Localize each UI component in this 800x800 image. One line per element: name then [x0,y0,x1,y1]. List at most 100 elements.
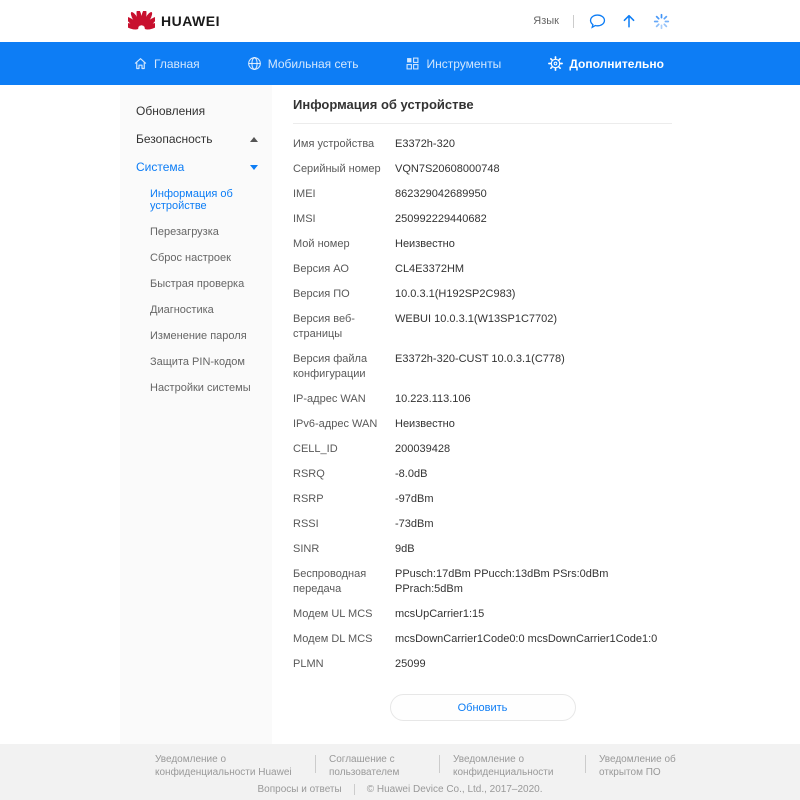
info-row-label: IMSI [293,212,395,227]
page-footer: Уведомление о конфиденциальности Huawei С… [0,744,800,800]
info-row-label: PLMN [293,657,395,672]
info-row: Версия веб-страницыWEBUI 10.0.3.1(W13SP1… [293,307,672,347]
copyright-text: © Huawei Device Co., Ltd., 2017–2020. [367,784,543,795]
sidebar-item-label: Перезагрузка [150,226,219,238]
main-navigation: Главная Мобильная сеть Инструменты Дополнит… [0,42,800,85]
sidebar-item-change-password[interactable]: Изменение пароля [120,323,272,349]
footer-link-user-agreement[interactable]: Соглашение с пользователем [329,753,429,779]
sidebar-item-label: Безопасность [136,132,213,146]
chat-icon[interactable] [588,12,606,30]
info-row-value: -97dBm [395,492,672,507]
sidebar-item-label: Система [136,160,184,174]
info-row-value: -8.0dB [395,467,672,482]
nav-item-label: Главная [154,57,200,71]
info-row: Версия АОCL4E3372HM [293,257,672,282]
footer-link-divider [439,755,440,773]
brand-text: HUAWEI [161,13,220,29]
title-divider [293,123,672,124]
info-row-label: Модем UL MCS [293,607,395,622]
info-row-value: 250992229440682 [395,212,672,227]
info-row-label: SINR [293,542,395,557]
info-row: Модем UL MCSmcsUpCarrier1:15 [293,602,672,627]
info-row: IPv6-адрес WANНеизвестно [293,412,672,437]
info-row-value: 10.0.3.1(H192SP2C983) [395,287,672,302]
info-row-value: mcsDownCarrier1Code0:0 mcsDownCarrier1Co… [395,632,672,647]
faq-link[interactable]: Вопросы и ответы [257,784,341,795]
nav-item-advanced[interactable]: Дополнительно [548,56,664,71]
info-row-value: Неизвестно [395,237,672,252]
sidebar-item-device-info[interactable]: Информация об устройстве [120,181,272,219]
device-info-panel: Информация об устройстве Имя устройстваE… [272,85,700,744]
info-row-value: Неизвестно [395,417,672,432]
sidebar-item-reboot[interactable]: Перезагрузка [120,219,272,245]
info-row-label: RSSI [293,517,395,532]
info-row-label: IP-адрес WAN [293,392,395,407]
huawei-logo: HUAWEI [128,11,220,32]
nav-item-tools[interactable]: Инструменты [405,56,501,71]
sidebar-item-label: Настройки системы [150,382,251,394]
nav-item-mobile-network[interactable]: Мобильная сеть [247,56,359,71]
info-row: IMEI862329042689950 [293,182,672,207]
info-row-value: 10.223.113.106 [395,392,672,407]
info-row-label: Версия файла конфигурации [293,352,395,382]
footer-link-divider [315,755,316,773]
nav-item-home[interactable]: Главная [133,56,200,71]
info-row-value: VQN7S20608000748 [395,162,672,177]
info-row: SINR9dB [293,537,672,562]
sidebar-item-label: Обновления [136,104,205,118]
sidebar-item-security[interactable]: Безопасность [120,125,272,153]
info-row-label: RSRP [293,492,395,507]
upload-arrow-icon[interactable] [620,12,638,30]
info-row-label: RSRQ [293,467,395,482]
info-row: RSRP-97dBm [293,487,672,512]
info-row-label: Версия ПО [293,287,395,302]
info-row-label: Имя устройства [293,137,395,152]
sidebar-item-label: Изменение пароля [150,330,247,342]
nav-item-label: Дополнительно [569,57,664,71]
footer-link-privacy-notice[interactable]: Уведомление о конфиденциальности [453,753,575,779]
info-row-label: CELL_ID [293,442,395,457]
footer-link-huawei-privacy-notice[interactable]: Уведомление о конфиденциальности Huawei [155,753,305,779]
sidebar-item-diagnostics[interactable]: Диагностика [120,297,272,323]
language-button[interactable]: Язык [533,15,559,27]
topbar-divider [573,15,574,28]
info-row-label: Версия АО [293,262,395,277]
footer-link-open-source-notice[interactable]: Уведомление об открытом ПО [599,753,694,779]
info-row-value: -73dBm [395,517,672,532]
gear-icon [548,56,563,71]
info-row-label: IMEI [293,187,395,202]
info-row-value: 9dB [395,542,672,557]
info-row-value: 862329042689950 [395,187,672,202]
top-header: HUAWEI Язык [0,0,800,42]
footer-link-divider [585,755,586,773]
info-row-value: E3372h-320-CUST 10.0.3.1(C778) [395,352,672,382]
sidebar-item-factory-reset[interactable]: Сброс настроек [120,245,272,271]
globe-icon [247,56,262,71]
nav-item-label: Инструменты [426,57,501,71]
chevron-up-icon [250,137,258,142]
sidebar-item-label: Диагностика [150,304,214,316]
info-row-value: mcsUpCarrier1:15 [395,607,672,622]
info-row-value: WEBUI 10.0.3.1(W13SP1C7702) [395,312,672,342]
info-row: Версия файла конфигурацииE3372h-320-CUST… [293,347,672,387]
info-row: Серийный номерVQN7S20608000748 [293,157,672,182]
info-row-value: CL4E3372HM [395,262,672,277]
page-title: Информация об устройстве [293,97,672,123]
sidebar-item-quick-check[interactable]: Быстрая проверка [120,271,272,297]
info-row: RSRQ-8.0dB [293,462,672,487]
info-row: IMSI250992229440682 [293,207,672,232]
refresh-button[interactable]: Обновить [390,694,576,721]
info-row-label: Мой номер [293,237,395,252]
info-row-label: Серийный номер [293,162,395,177]
sidebar-item-system-settings[interactable]: Настройки системы [120,375,272,401]
sidebar-item-label: Защита PIN-кодом [150,356,245,368]
chevron-down-icon [250,165,258,170]
tools-icon [405,56,420,71]
sidebar-item-updates[interactable]: Обновления [120,97,272,125]
loading-spinner-icon [652,12,670,30]
info-row: PLMN25099 [293,652,672,677]
sidebar-item-label: Быстрая проверка [150,278,244,290]
info-row: Имя устройстваE3372h-320 [293,132,672,157]
sidebar-item-pin-protection[interactable]: Защита PIN-кодом [120,349,272,375]
sidebar-item-system[interactable]: Система [120,153,272,181]
